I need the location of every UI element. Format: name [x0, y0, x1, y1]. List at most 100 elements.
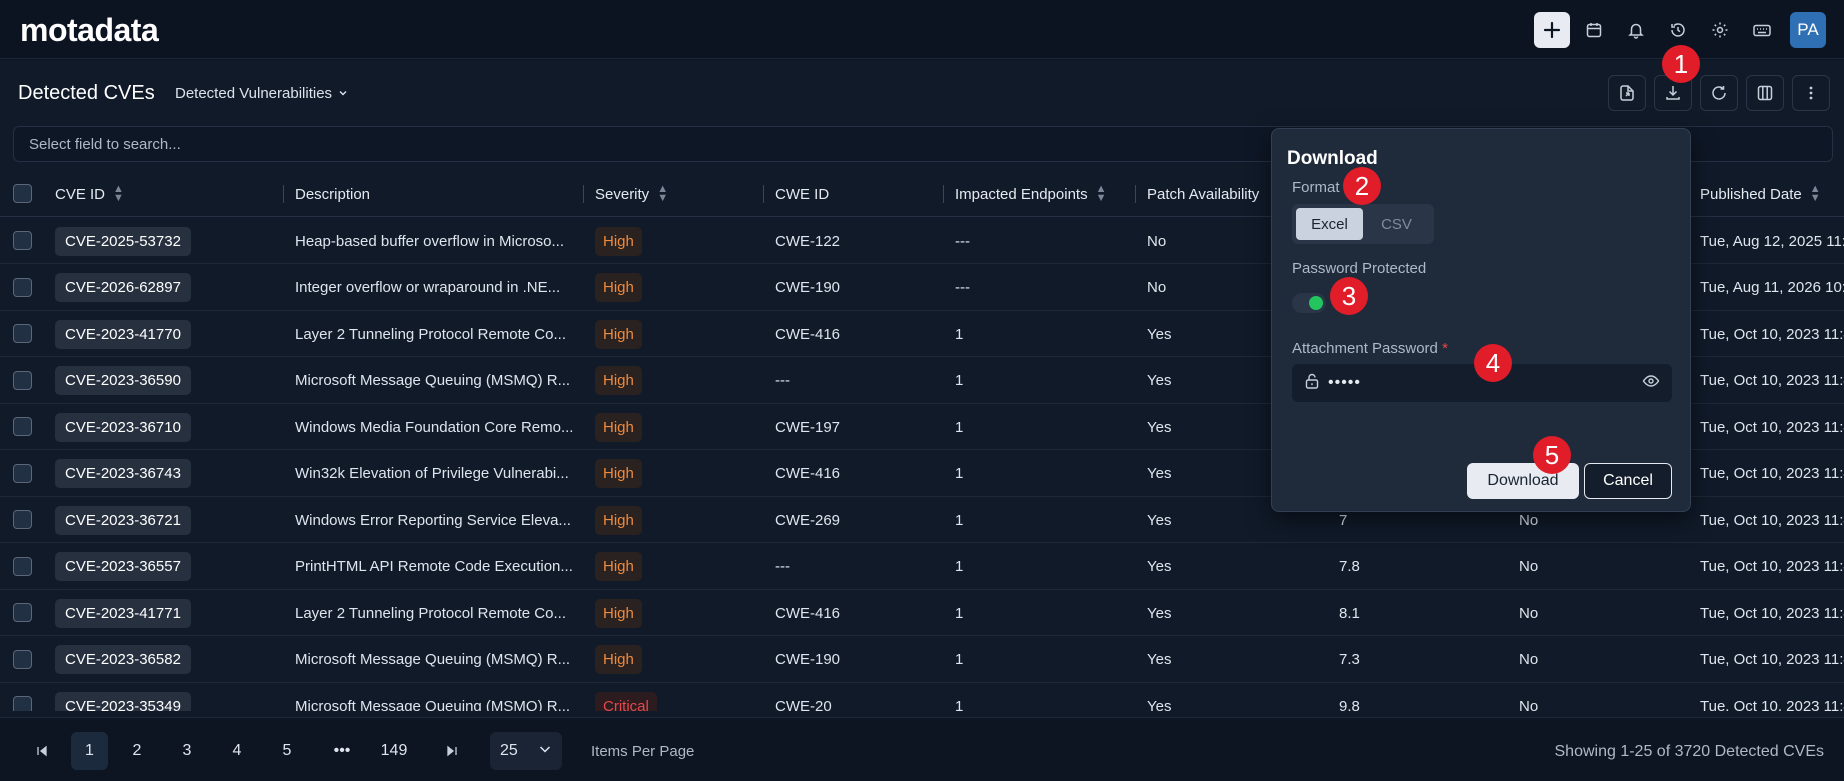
cve-id-link[interactable]: CVE-2023-36582	[55, 645, 191, 674]
app-logo[interactable]: motadata	[20, 12, 159, 49]
pagination-ellipsis[interactable]: •••	[324, 732, 360, 770]
page-button-1[interactable]: 1	[71, 732, 108, 770]
impacted-endpoints-cell: ---	[955, 232, 970, 250]
last-page-icon[interactable]	[440, 732, 464, 770]
calendar-icon[interactable]	[1576, 12, 1612, 48]
columns-icon[interactable]	[1746, 75, 1784, 111]
cve-id-link[interactable]: CVE-2025-53732	[55, 226, 191, 256]
table-toolbar	[1608, 75, 1830, 111]
cwe-id-cell: CWE-190	[775, 279, 841, 296]
cve-id-link[interactable]: CVE-2023-41771	[55, 598, 191, 628]
eye-icon[interactable]	[1642, 374, 1660, 393]
cve-id-link[interactable]: CVE-2023-41770	[55, 319, 191, 349]
table-row[interactable]: CVE-2023-36582 Microsoft Message Queuing …	[0, 637, 1844, 683]
row-checkbox[interactable]	[13, 510, 32, 529]
first-page-icon[interactable]	[30, 732, 54, 770]
select-all-checkbox[interactable]	[13, 184, 32, 203]
severity-badge: High	[595, 273, 642, 302]
row-checkbox[interactable]	[13, 370, 32, 390]
exploit-cell: No	[1519, 697, 1539, 712]
cve-id-link[interactable]: CVE-2023-35349	[55, 691, 191, 711]
step-badge-5: 5	[1533, 436, 1571, 474]
page-button-last[interactable]: 149	[378, 732, 410, 770]
table-row[interactable]: CVE-2023-41771 Layer 2 Tunneling Protocol…	[0, 590, 1844, 636]
cve-id-link[interactable]: CVE-2023-36721	[55, 505, 191, 535]
published-date-cell: Tue, Oct 10, 2023 11:4	[1700, 465, 1844, 482]
published-date-cell: Tue, Aug 12, 2025 11:	[1700, 232, 1844, 250]
column-header-cve-id[interactable]: CVE ID ▲ ▼	[55, 171, 124, 217]
severity-badge: High	[595, 505, 642, 535]
format-option-excel[interactable]: Excel	[1296, 208, 1363, 240]
column-header-published-date[interactable]: Published Date ▲ ▼	[1700, 171, 1821, 217]
column-header-cwe-id[interactable]: CWE ID	[763, 171, 829, 217]
format-option-csv[interactable]: CSV	[1363, 208, 1430, 240]
description-cell: Microsoft Message Queuing (MSMQ) R...	[295, 372, 571, 389]
row-checkbox[interactable]	[13, 277, 32, 297]
keyboard-icon[interactable]	[1744, 12, 1780, 48]
items-per-page-select[interactable]: 25	[490, 732, 562, 770]
table-row[interactable]: CVE-2023-35349 Microsoft Message Queuing …	[0, 683, 1844, 711]
row-checkbox[interactable]	[13, 603, 32, 622]
row-checkbox[interactable]	[13, 324, 32, 343]
description-cell: PrintHTML API Remote Code Execution...	[295, 558, 573, 575]
score-cell: 7.3	[1339, 651, 1360, 668]
row-checkbox[interactable]	[13, 231, 32, 250]
column-header-description[interactable]: Description	[283, 171, 370, 217]
cve-id-cell: CVE-2023-41771	[55, 590, 191, 636]
step-badge-3: 3	[1330, 277, 1368, 315]
history-icon[interactable]	[1660, 12, 1696, 48]
more-options-icon[interactable]	[1792, 75, 1830, 111]
cve-id-cell: CVE-2023-41770	[55, 311, 191, 357]
page-button-2[interactable]: 2	[124, 732, 150, 770]
attachment-password-label: Attachment Password *	[1292, 340, 1448, 357]
patch-availability-cell: Yes	[1147, 604, 1172, 622]
severity-badge: High	[595, 598, 642, 628]
cancel-button[interactable]: Cancel	[1584, 463, 1672, 499]
published-date-cell: Tue, Oct 10, 2023 11:4	[1700, 418, 1844, 436]
avatar[interactable]: PA	[1790, 12, 1826, 48]
column-header-patch-availability[interactable]: Patch Availability	[1135, 171, 1259, 217]
impacted-endpoints-cell: 1	[955, 558, 964, 575]
cwe-id-cell: CWE-416	[775, 325, 841, 343]
column-header-severity[interactable]: Severity ▲ ▼	[583, 171, 668, 217]
view-dropdown-label: Detected Vulnerabilities	[175, 85, 333, 102]
score-cell: 8.1	[1339, 604, 1360, 622]
lock-icon	[1304, 372, 1320, 395]
severity-badge: High	[595, 412, 642, 442]
export-icon[interactable]	[1608, 75, 1646, 111]
row-checkbox[interactable]	[13, 556, 32, 576]
cwe-id-cell: CWE-20	[775, 697, 832, 712]
cve-id-link[interactable]: CVE-2023-36743	[55, 459, 191, 488]
table-row[interactable]: CVE-2023-36557 PrintHTML API Remote Code …	[0, 544, 1844, 590]
page-button-4[interactable]: 4	[224, 732, 250, 770]
severity-cell: High	[595, 218, 642, 264]
severity-cell: High	[595, 637, 642, 683]
bell-icon[interactable]	[1618, 12, 1654, 48]
sort-icon[interactable]: ▲ ▼	[657, 184, 668, 204]
gear-icon[interactable]	[1702, 12, 1738, 48]
cve-id-link[interactable]: CVE-2026-62897	[55, 273, 191, 302]
password-protected-label: Password Protected	[1292, 260, 1427, 277]
format-toggle: Excel CSV	[1292, 204, 1434, 244]
column-header-impacted-endpoints[interactable]: Impacted Endpoints ▲ ▼	[943, 171, 1107, 217]
sort-icon[interactable]: ▲ ▼	[1096, 184, 1107, 204]
cwe-id-cell: CWE-122	[775, 232, 841, 250]
sort-icon[interactable]: ▲ ▼	[1810, 184, 1821, 204]
cve-id-link[interactable]: CVE-2023-36557	[55, 552, 191, 581]
cve-id-link[interactable]: CVE-2023-36710	[55, 412, 191, 442]
impacted-endpoints-cell: 1	[955, 372, 964, 389]
row-checkbox[interactable]	[13, 463, 32, 483]
page-button-5[interactable]: 5	[274, 732, 300, 770]
sort-icon[interactable]: ▲ ▼	[113, 184, 124, 204]
row-checkbox[interactable]	[13, 417, 32, 436]
view-dropdown[interactable]: Detected Vulnerabilities	[175, 85, 348, 102]
impacted-endpoints-cell: ---	[955, 279, 970, 296]
refresh-icon[interactable]	[1700, 75, 1738, 111]
row-checkbox[interactable]	[13, 696, 32, 711]
password-protected-toggle[interactable]	[1292, 293, 1326, 313]
cve-id-link[interactable]: CVE-2023-36590	[55, 366, 191, 395]
row-checkbox[interactable]	[13, 649, 32, 669]
page-button-3[interactable]: 3	[174, 732, 200, 770]
cwe-id-cell: CWE-416	[775, 604, 841, 622]
plus-icon[interactable]	[1534, 12, 1570, 48]
